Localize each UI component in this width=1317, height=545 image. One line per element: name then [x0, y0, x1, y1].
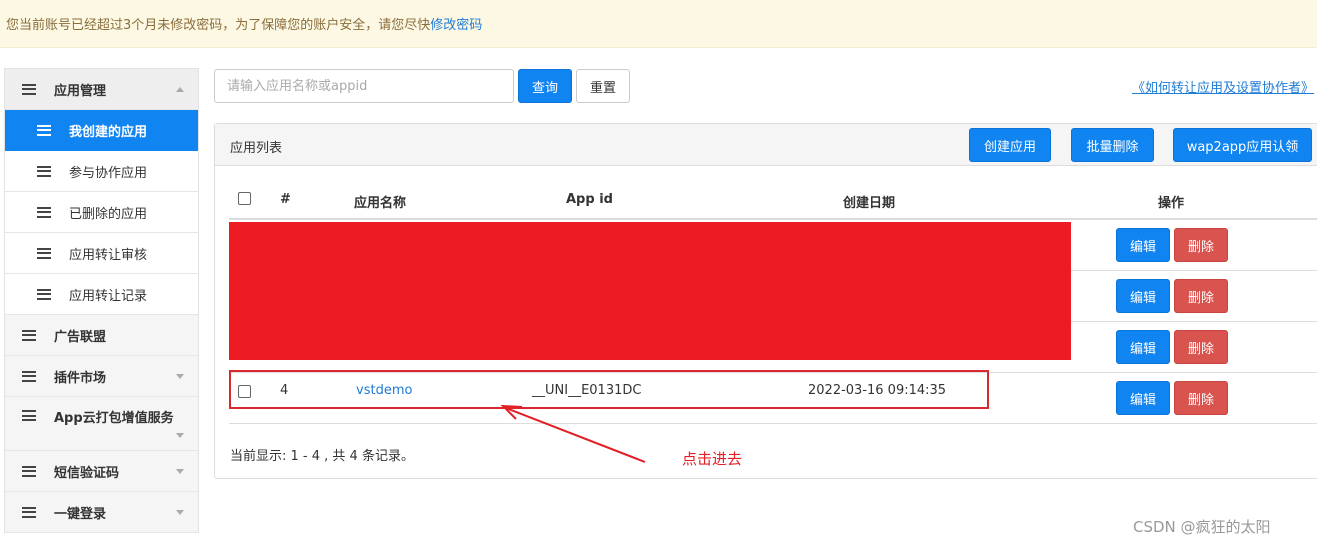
annotation-text: 点击进去: [682, 450, 743, 468]
watermark: CSDN @疯狂的太阳: [1133, 518, 1271, 536]
annotation-arrow: [500, 404, 646, 463]
